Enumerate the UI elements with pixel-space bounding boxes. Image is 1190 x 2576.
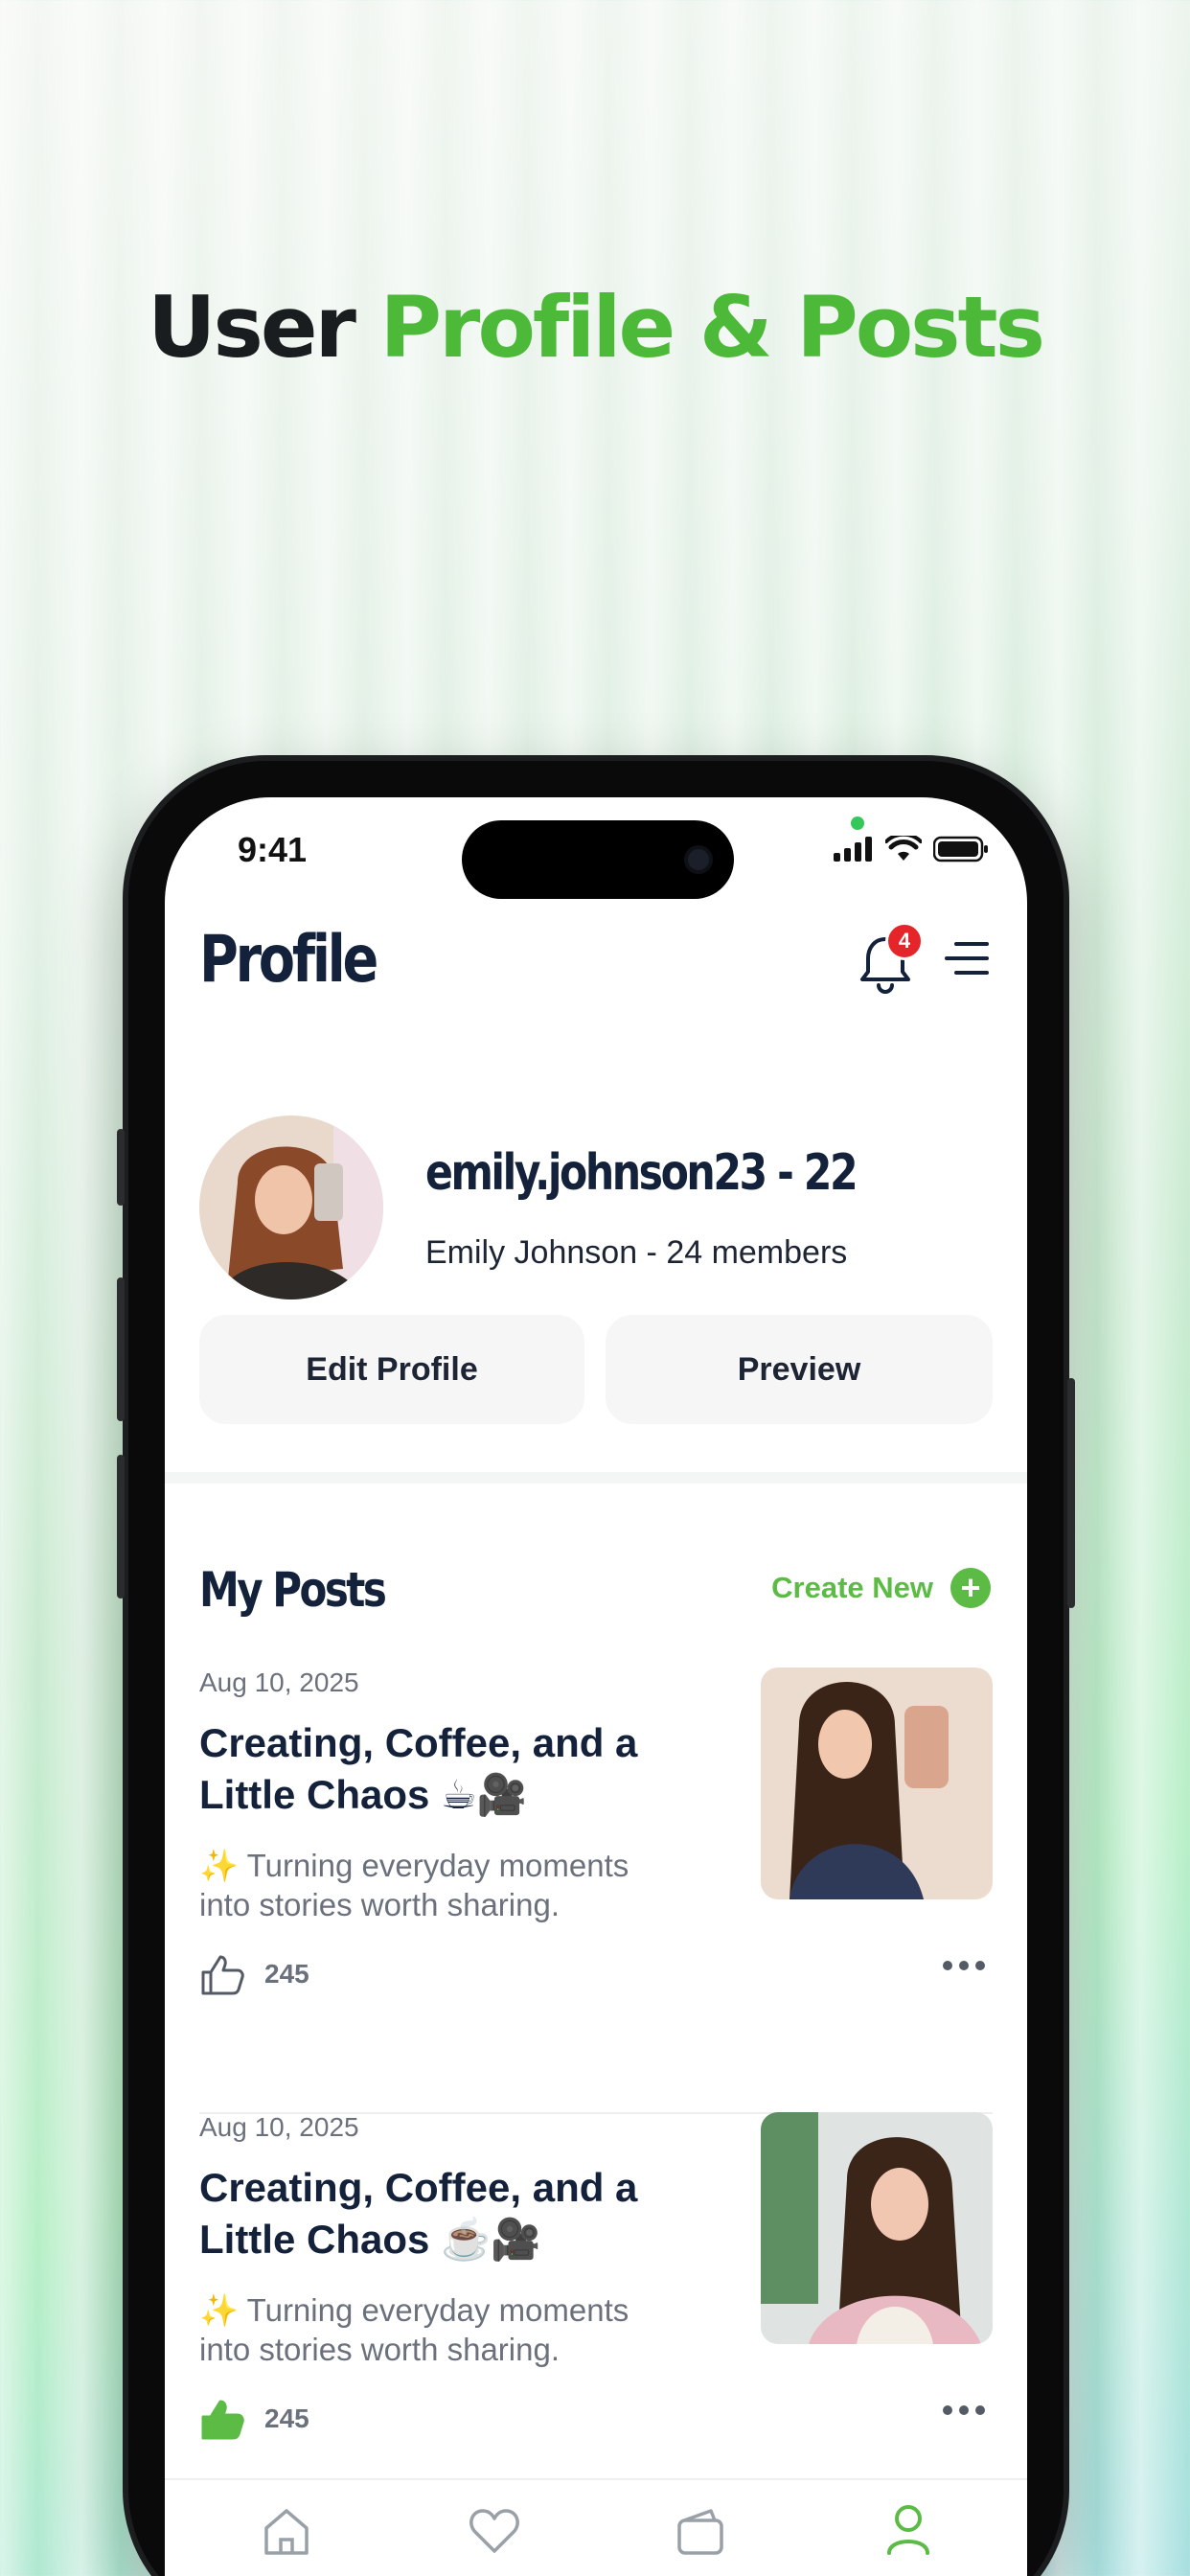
create-new-button[interactable]: Create New +	[771, 1568, 991, 1608]
plus-icon: +	[950, 1568, 991, 1608]
post-card-2[interactable]: Aug 10, 2025 Creating, Coffee, and a Lit…	[199, 2112, 993, 2515]
wallet-icon	[677, 2509, 723, 2555]
tab-home[interactable]	[261, 2507, 312, 2560]
page-headline: User Profile & Posts	[0, 278, 1190, 377]
edit-profile-button[interactable]: Edit Profile	[199, 1315, 584, 1424]
power-button	[1067, 1378, 1075, 1608]
dynamic-island	[462, 820, 734, 899]
post-description: ✨ Turning everyday moments into stories …	[199, 1848, 629, 1922]
section-divider	[165, 1472, 1027, 1484]
section-title: My Posts	[199, 1562, 387, 1618]
signal-icon	[834, 837, 872, 862]
headline-part-2: Profile & Posts	[379, 278, 1045, 377]
home-icon	[264, 2509, 309, 2555]
profile-subtitle: Emily Johnson - 24 members	[425, 1234, 848, 1271]
camera-icon	[684, 845, 713, 874]
profile-username: emily.johnson23 - 22	[425, 1144, 858, 1202]
more-options-icon[interactable]	[943, 2405, 985, 2415]
notification-badge: 4	[885, 922, 924, 960]
post-card[interactable]: Aug 10, 2025 Creating, Coffee, and a Lit…	[199, 1668, 993, 2070]
volume-down-button	[117, 1455, 125, 1598]
post-description: ✨ Turning everyday moments into stories …	[199, 2292, 629, 2367]
post-date: Aug 10, 2025	[199, 1668, 359, 1697]
like-count: 245	[264, 1959, 309, 1989]
heart-icon	[469, 2509, 519, 2553]
thumbs-up-icon[interactable]	[199, 2398, 245, 2440]
tab-favorites[interactable]	[468, 2507, 521, 2560]
avatar[interactable]	[199, 1116, 383, 1300]
create-new-label: Create New	[771, 1571, 933, 1604]
wifi-icon	[885, 836, 922, 861]
menu-icon[interactable]	[943, 939, 989, 978]
status-icons	[834, 836, 989, 862]
thumbs-up-icon[interactable]	[199, 1953, 245, 1995]
privacy-indicator	[851, 816, 864, 830]
profile-icon	[887, 2505, 929, 2555]
page-title: Profile	[199, 922, 378, 998]
post-thumbnail[interactable]	[761, 1668, 993, 1899]
post-date: Aug 10, 2025	[199, 2112, 359, 2142]
volume-up-button	[117, 1277, 125, 1421]
headline-part-1: User	[147, 278, 356, 377]
tab-profile[interactable]	[885, 2503, 931, 2560]
status-time: 9:41	[238, 830, 308, 869]
post-title: Creating, Coffee, and a Little Chaos ☕🎥	[199, 2165, 638, 2262]
more-options-icon[interactable]	[943, 1961, 985, 1970]
like-count: 245	[264, 2404, 309, 2433]
tab-bar	[165, 2478, 1027, 2576]
preview-button[interactable]: Preview	[606, 1315, 993, 1424]
battery-icon	[933, 836, 988, 862]
action-button	[117, 1129, 125, 1206]
post-title: Creating, Coffee, and a Little Chaos ☕🎥	[199, 1720, 638, 1817]
post-thumbnail[interactable]	[761, 2112, 993, 2344]
tab-wallet[interactable]	[675, 2507, 726, 2560]
